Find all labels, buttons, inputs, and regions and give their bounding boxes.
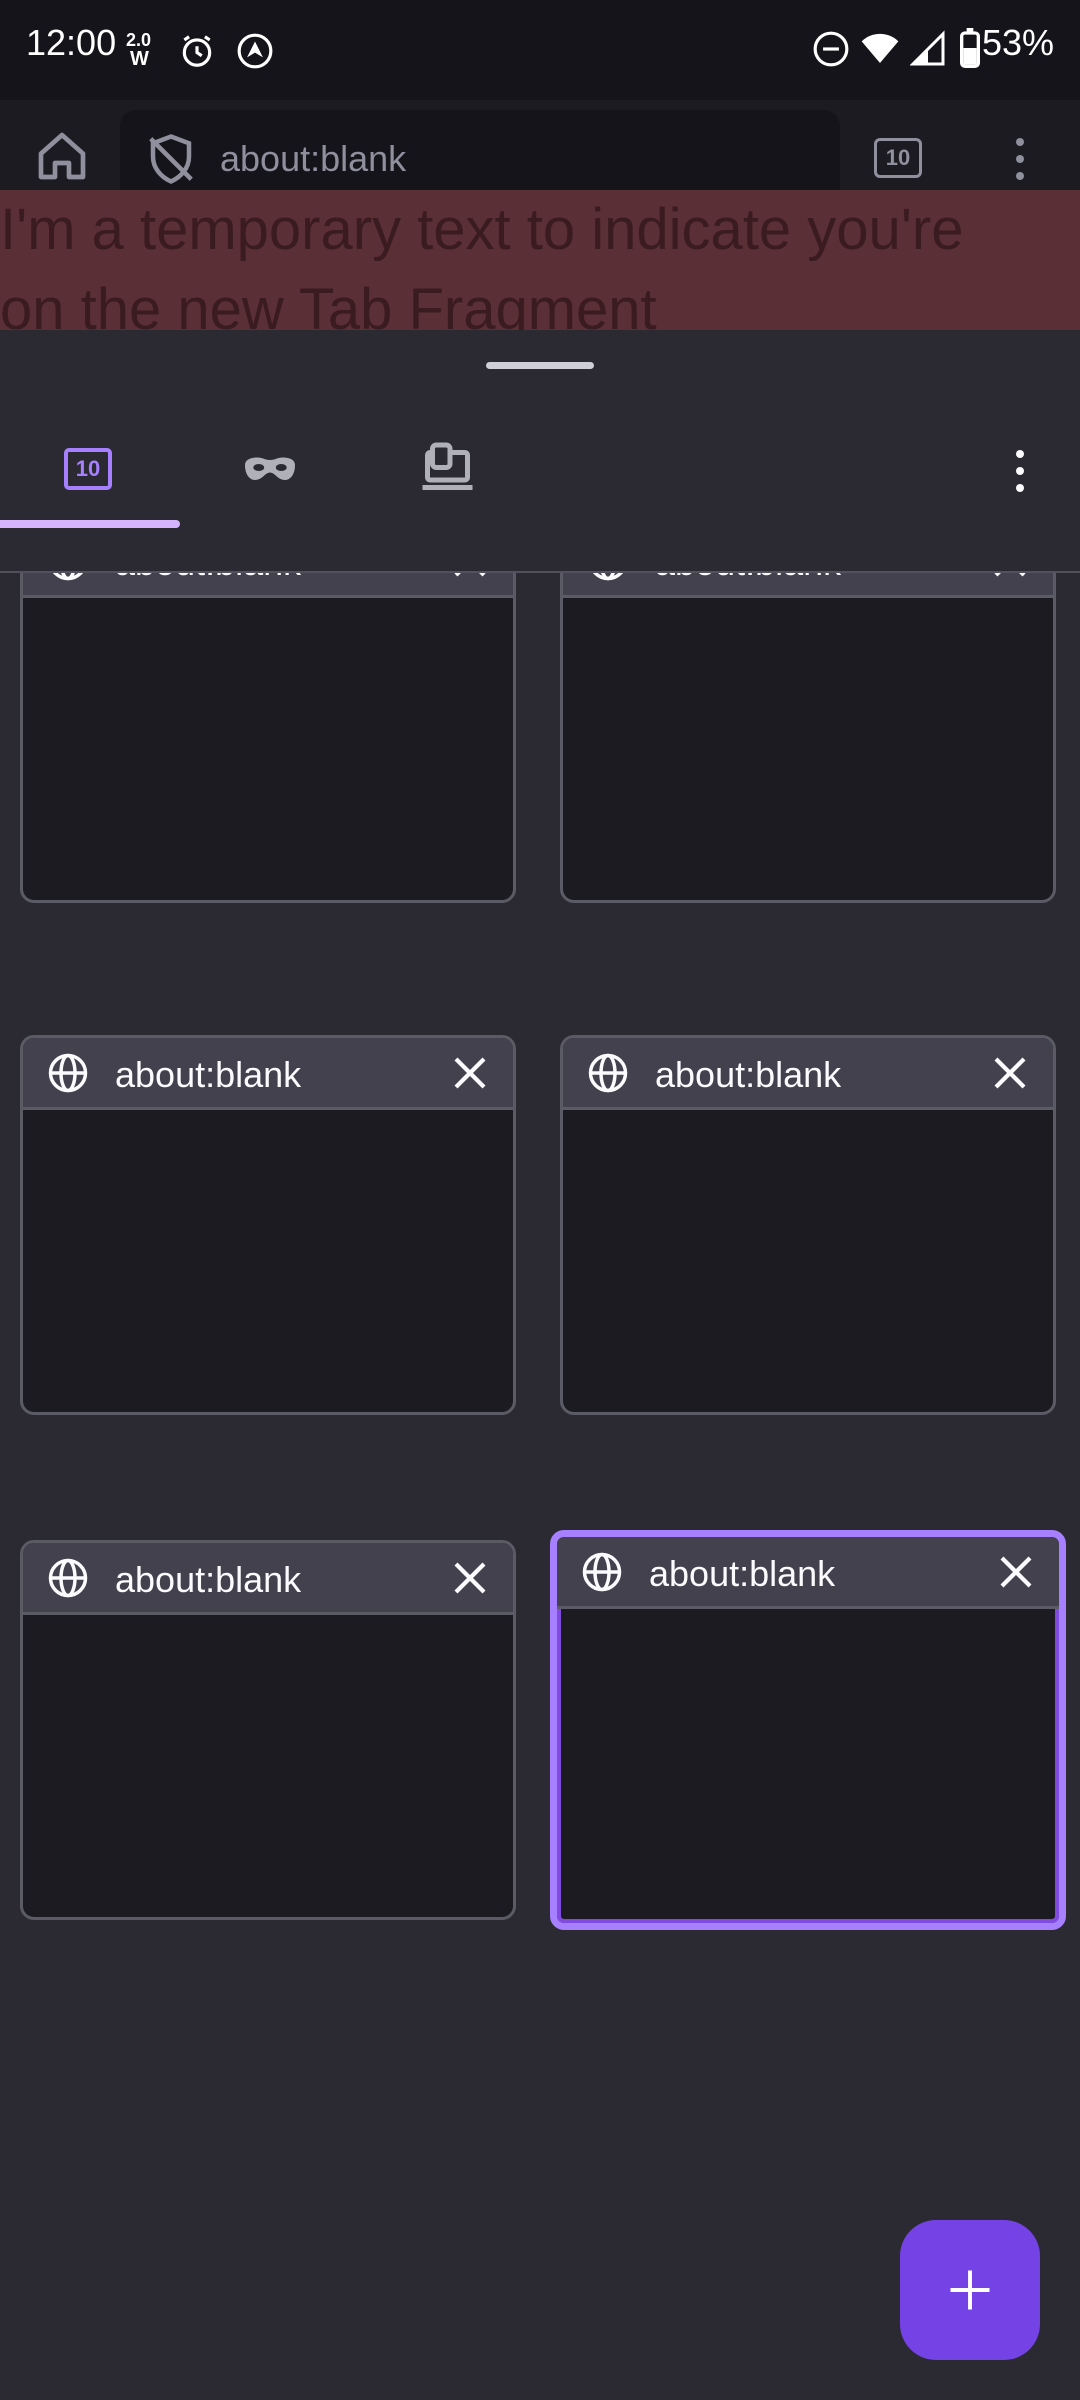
tab-card[interactable]: about:blank — [20, 1540, 516, 1920]
tab-card-header: about:blank — [23, 1543, 513, 1615]
menu-button[interactable] — [1000, 134, 1040, 184]
temporary-text-line-1: I'm a temporary text to indicate you're — [0, 197, 964, 262]
globe-icon — [52, 573, 84, 581]
tab-title: about:blank — [649, 1553, 836, 1594]
battery-icon — [960, 28, 980, 68]
close-icon[interactable] — [449, 1557, 491, 1599]
close-icon[interactable] — [989, 1052, 1031, 1094]
close-icon[interactable] — [995, 1551, 1037, 1593]
tab-card-header: about:blank — [563, 573, 1053, 598]
temporary-text-banner: I'm a temporary text to indicate you're … — [0, 190, 1080, 330]
url-text: about:blank — [220, 138, 407, 179]
tracking-protection-off-icon[interactable] — [144, 132, 198, 186]
tab-card-selected[interactable]: about:blank — [550, 1530, 1066, 1930]
data-speed-indicator: 2.0 W — [126, 30, 152, 70]
status-time: 12:00 — [26, 22, 117, 63]
status-bar: 12:00 2.0 W 53% — [0, 0, 1080, 100]
tab-title: about:blank — [655, 1054, 842, 1095]
tab-card-header: about:blank — [563, 1038, 1053, 1110]
tab-card-header: about:blank — [557, 1537, 1059, 1609]
tab-card[interactable]: about:blank — [20, 1035, 516, 1415]
tab-title: about:blank — [115, 1054, 302, 1095]
normal-tabs-count: 10 — [64, 448, 112, 490]
tab-title: about:blank — [655, 573, 841, 584]
tab-title: about:blank — [115, 1559, 302, 1600]
navigation-icon — [237, 33, 273, 69]
globe-icon — [592, 573, 624, 581]
new-tab-button[interactable] — [900, 2220, 1040, 2360]
tab-card[interactable]: about:blank — [560, 573, 1056, 903]
close-icon[interactable] — [989, 573, 1031, 582]
globe-icon — [48, 1053, 88, 1093]
do-not-disturb-icon — [813, 31, 849, 67]
plus-icon — [950, 2270, 990, 2310]
wifi-icon — [861, 33, 899, 63]
tab-grid: about:blank about:blank about:blank abou… — [0, 573, 1080, 2400]
battery-percent: 53% — [981, 22, 1054, 63]
selected-tab-indicator — [0, 520, 180, 528]
globe-icon — [48, 1558, 88, 1598]
tab-card-header: about:blank — [23, 573, 513, 598]
tab-tray-menu-button[interactable] — [1000, 446, 1040, 496]
globe-icon — [588, 1053, 628, 1093]
temporary-text-line-2: on the new Tab Fragment — [0, 277, 657, 330]
tab-counter-button[interactable]: 10 — [874, 138, 922, 178]
close-icon[interactable] — [449, 1052, 491, 1094]
signal-icon — [910, 30, 945, 66]
close-icon[interactable] — [449, 573, 491, 582]
tab-card-header: about:blank — [23, 1038, 513, 1110]
tab-card[interactable]: about:blank — [560, 1035, 1056, 1415]
tab-card[interactable]: about:blank — [20, 573, 516, 903]
synced-devices-icon[interactable] — [420, 440, 480, 500]
tab-normal-tabs[interactable]: 10 — [60, 440, 120, 500]
home-icon[interactable] — [34, 128, 90, 184]
tab-title: about:blank — [115, 573, 301, 584]
sheet-drag-handle[interactable] — [486, 362, 594, 369]
private-mask-icon[interactable] — [240, 440, 300, 500]
alarm-icon — [182, 35, 212, 67]
globe-icon — [582, 1552, 622, 1592]
